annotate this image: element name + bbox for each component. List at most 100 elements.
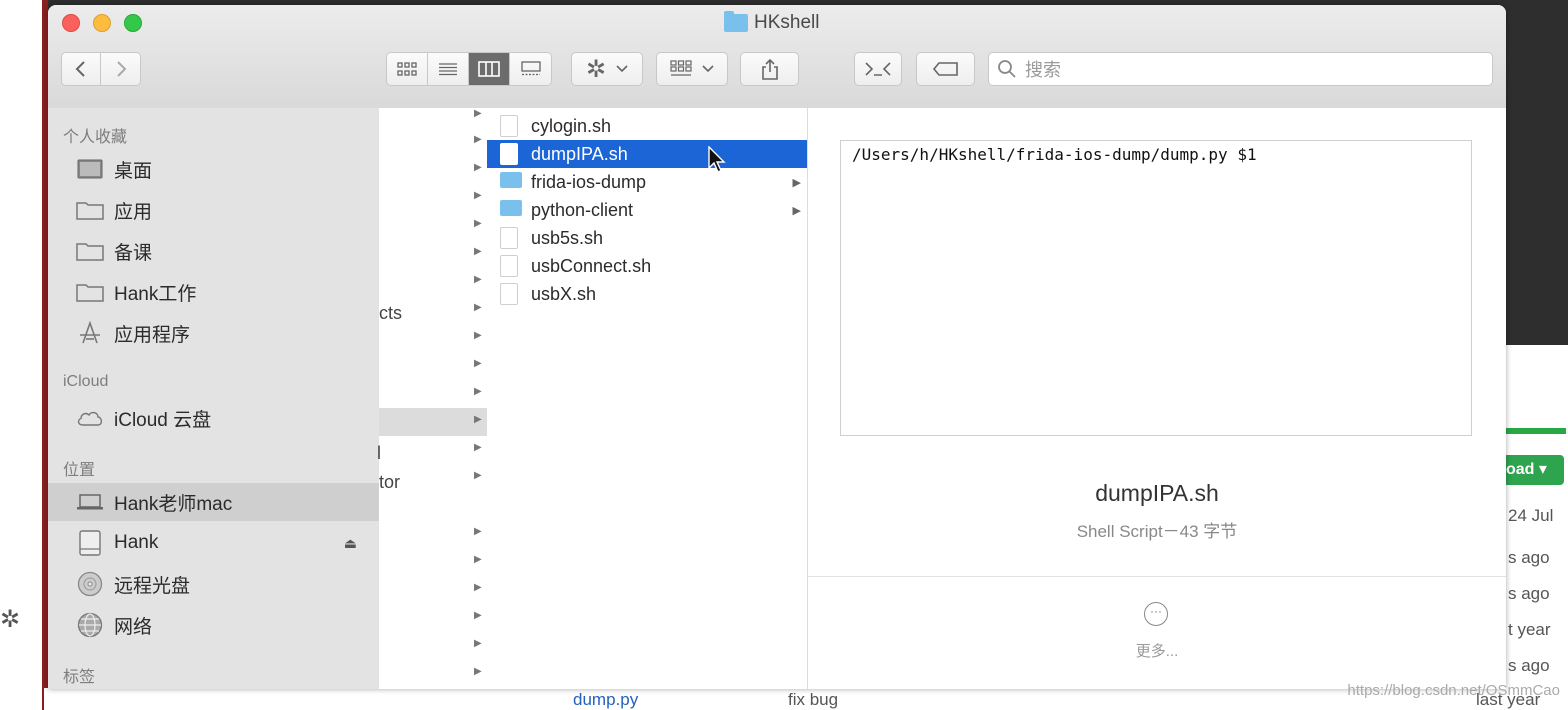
- gallery-view-icon: [520, 61, 541, 76]
- gear-icon: ✲: [585, 55, 607, 83]
- column-view-button[interactable]: [469, 53, 510, 85]
- sidebar-item-label: 桌面: [114, 160, 153, 182]
- file-row[interactable]: usbConnect.sh: [487, 252, 807, 280]
- disclosure-arrow-icon: ▶: [474, 358, 482, 369]
- file-name: dumpIPA.sh: [531, 143, 628, 164]
- truncated-item-label[interactable]: l: [377, 443, 381, 464]
- preview-pane: /Users/h/HKshell/frida-ios-dump/dump.py …: [808, 108, 1506, 689]
- background-file-link[interactable]: dump.py: [573, 690, 638, 710]
- document-icon: [500, 143, 518, 165]
- preview-file-info: Shell Script－43 字节: [1076, 522, 1238, 541]
- icloud-header: iCloud: [63, 373, 109, 390]
- nav-buttons: [61, 52, 141, 86]
- folder-icon: [76, 198, 104, 222]
- group-icon: [670, 60, 692, 76]
- sidebar-item-network[interactable]: 网络: [48, 606, 379, 644]
- disclosure-arrow-icon: ▶: [474, 190, 482, 201]
- disclosure-arrow-icon: ▶: [474, 302, 482, 313]
- window-title: HKshell: [724, 11, 819, 35]
- truncated-item-label[interactable]: tor: [379, 472, 400, 493]
- background-download-button[interactable]: oad ▾: [1504, 455, 1564, 485]
- sidebar-item-applications[interactable]: 应用程序: [48, 314, 379, 352]
- sidebar-item-desktop[interactable]: 桌面: [48, 150, 379, 188]
- back-button[interactable]: [62, 53, 101, 85]
- sidebar-item-label: 远程光盘: [114, 575, 191, 597]
- search-placeholder: 搜索: [1025, 60, 1061, 80]
- forward-button[interactable]: [101, 53, 140, 85]
- group-menu-button[interactable]: [656, 52, 728, 86]
- list-view-button[interactable]: [428, 53, 469, 85]
- share-button[interactable]: [740, 52, 799, 86]
- background-gear-icon: ✲: [0, 606, 21, 633]
- folder-icon: [724, 11, 748, 32]
- minimize-button[interactable]: [93, 14, 111, 32]
- disclosure-arrow-icon: ▶: [474, 162, 482, 173]
- sidebar-item-hank-work[interactable]: Hank工作: [48, 273, 379, 311]
- window-title-text: HKshell: [754, 12, 820, 33]
- file-row[interactable]: usb5s.sh: [487, 224, 807, 252]
- sidebar-item-icloud-drive[interactable]: iCloud 云盘: [48, 399, 379, 437]
- zoom-button[interactable]: [124, 14, 142, 32]
- disclosure-arrow-icon: ▶: [474, 108, 482, 119]
- folder-name: frida-ios-dump: [531, 171, 647, 192]
- chevron-down-icon: [616, 65, 628, 73]
- file-row[interactable]: cylogin.sh: [487, 112, 807, 140]
- chevron-down-icon: [702, 65, 714, 73]
- view-mode-control: [386, 52, 552, 86]
- parent-column: ▶ ▶ ▶ ▶ ▶ ▶ ▶ ▶ ▶ ▶ ▶ ▶ ▶ ▶ ▶ ▶ ▶ ▶ ▶ ▶ …: [377, 108, 488, 689]
- sidebar-item-label: 网络: [114, 616, 153, 638]
- icon-view-icon: [397, 62, 417, 76]
- disclosure-arrow-icon: ▶: [474, 246, 482, 257]
- gallery-view-button[interactable]: [510, 53, 551, 85]
- tag-button[interactable]: [916, 52, 975, 86]
- search-field[interactable]: 搜索: [988, 52, 1493, 86]
- disk-icon: [76, 530, 104, 556]
- action-menu-button[interactable]: ✲: [571, 52, 643, 86]
- chevron-right-icon: [116, 61, 126, 77]
- disclosure-arrow-icon: ▶: [474, 638, 482, 649]
- background-progress-line: [1504, 428, 1566, 434]
- truncated-item-label[interactable]: cts: [379, 303, 402, 324]
- folder-name: python-client: [531, 199, 634, 220]
- sidebar-item-apps-folder[interactable]: 应用: [48, 191, 379, 229]
- folder-row[interactable]: frida-ios-dump ▶: [487, 168, 807, 196]
- sidebar-item-label: Hank老师mac: [114, 493, 233, 515]
- folder-icon: [76, 280, 104, 304]
- file-row[interactable]: usbX.sh: [487, 280, 807, 308]
- more-icon[interactable]: ···: [1144, 602, 1168, 626]
- applications-icon: [76, 321, 104, 345]
- desktop-icon: [76, 157, 104, 181]
- document-icon: [500, 115, 518, 137]
- disclosure-arrow-icon: ▶: [792, 204, 801, 217]
- folder-icon: [500, 172, 522, 188]
- disclosure-arrow-icon: ▶: [474, 218, 482, 229]
- folder-row[interactable]: python-client ▶: [487, 196, 807, 224]
- sidebar-item-label: 应用: [114, 201, 153, 223]
- icon-view-button[interactable]: [387, 53, 428, 85]
- finder-window: HKshell ✲ 搜索 个人收藏 桌面 应用 备课 Hank工作 应用程序 i…: [48, 5, 1506, 689]
- sidebar-item-lessons[interactable]: 备课: [48, 232, 379, 270]
- column-view-icon: [478, 61, 500, 77]
- file-name: usbX.sh: [531, 283, 597, 304]
- terminal-icon: [865, 62, 891, 76]
- sidebar-item-remote-disc[interactable]: 远程光盘: [48, 565, 379, 603]
- background-date-text: 24 Jul: [1508, 506, 1554, 525]
- document-icon: [500, 283, 518, 305]
- close-button[interactable]: [62, 14, 80, 32]
- sidebar-item-mac[interactable]: Hank老师mac: [48, 483, 379, 521]
- terminal-button[interactable]: [854, 52, 902, 86]
- background-time-text: s ago: [1508, 548, 1550, 567]
- background-time-text: t year: [1508, 620, 1551, 639]
- more-button[interactable]: 更多...: [808, 640, 1506, 661]
- share-icon: [761, 58, 778, 80]
- sidebar-item-hank-disk[interactable]: Hank ⏏: [48, 524, 379, 562]
- eject-icon[interactable]: ⏏: [344, 535, 357, 552]
- disclosure-arrow-icon: ▶: [792, 176, 801, 189]
- selected-parent-row[interactable]: [379, 408, 487, 436]
- disclosure-arrow-icon: ▶: [474, 386, 482, 397]
- sidebar-item-label: 备课: [114, 242, 153, 264]
- file-row-selected[interactable]: dumpIPA.sh: [487, 140, 807, 168]
- mouse-cursor-icon: [708, 146, 726, 173]
- document-icon: [500, 227, 518, 249]
- background-left-strip: [0, 0, 44, 710]
